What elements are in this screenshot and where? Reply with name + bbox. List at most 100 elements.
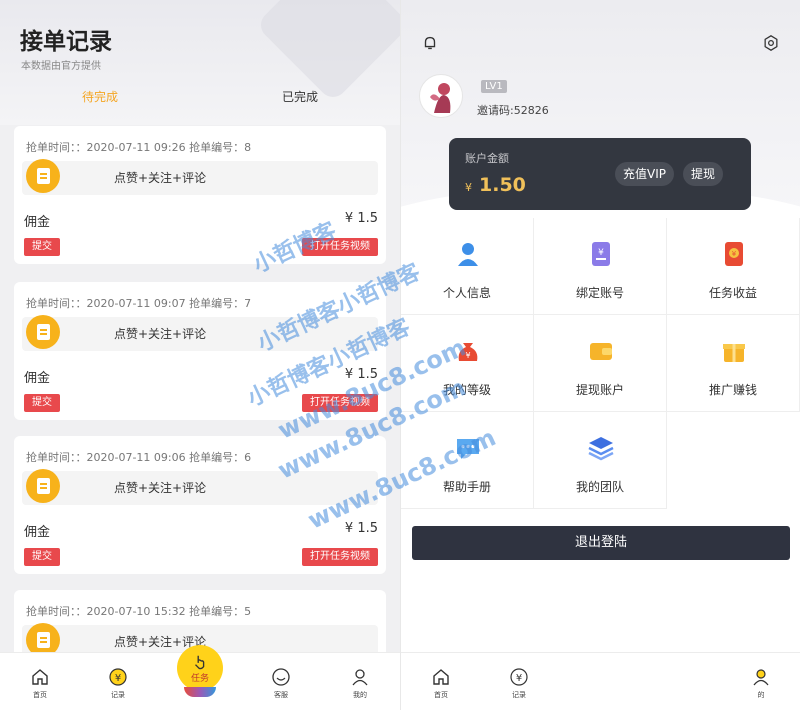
yuan-icon: ¥ <box>109 668 127 686</box>
chat-icon <box>457 439 479 459</box>
user-icon <box>352 669 368 686</box>
grid-label: 推广赚钱 <box>708 383 757 397</box>
commission-label: 佣金 <box>24 371 51 386</box>
records-header: 接单记录 本数据由官方提供 待完成 已完成 <box>0 0 400 125</box>
grid-item-bind-account[interactable]: ¥ 绑定账号 <box>534 218 667 315</box>
wallet-icon <box>590 343 612 360</box>
level-badge: LV1 <box>481 80 507 93</box>
task-records-screen: 接单记录 本数据由官方提供 待完成 已完成 抢单时间：：2020-07-11 0… <box>0 0 400 710</box>
tap-hand-icon <box>195 655 205 669</box>
nav-home-label: 首页 <box>434 691 448 699</box>
nav-task[interactable]: 任务 <box>177 645 223 691</box>
task-button-base <box>184 687 216 697</box>
open-video-button[interactable]: 打开任务视频 <box>302 238 378 256</box>
smile-icon <box>272 668 290 686</box>
menu-grid: 个人信息 ¥ 绑定账号 ¥ 任务收益 ¥ 我的等级 提现账户 推广赚钱 帮助手册… <box>401 218 800 510</box>
balance-card: 账户金额 ¥ 1.50 充值VIP 提现 <box>449 138 751 210</box>
nav-home-label: 首页 <box>33 691 47 699</box>
withdraw-button[interactable]: 提现 <box>683 162 724 186</box>
record-time: 抢单时间：：2020-07-11 09:26 抢单编号：8 <box>26 141 252 154</box>
svg-text:¥: ¥ <box>465 351 470 360</box>
avatar-figure-icon <box>430 83 451 113</box>
svg-text:¥: ¥ <box>732 250 737 258</box>
grid-label: 提现账户 <box>575 383 624 397</box>
balance-label: 账户金额 <box>465 152 509 165</box>
task-name: 点赞+关注+评论 <box>114 171 207 185</box>
avatar[interactable] <box>419 74 463 118</box>
balance-value: 1.50 <box>479 174 526 196</box>
red-envelope-icon: ¥ <box>725 242 743 266</box>
bind-card-icon: ¥ <box>592 242 610 266</box>
record-card: 抢单时间：：2020-07-11 09:07 抢单编号：7 点赞+关注+评论 佣… <box>14 282 386 420</box>
svg-text:¥: ¥ <box>115 673 121 684</box>
grid-item-task-income[interactable]: ¥ 任务收益 <box>667 218 800 315</box>
commission-value: ¥ 1.5 <box>344 211 378 226</box>
page-subtitle: 本数据由官方提供 <box>21 61 101 72</box>
record-time: 抢单时间：：2020-07-10 15:32 抢单编号：5 <box>26 605 252 618</box>
submit-button[interactable]: 提交 <box>24 394 60 412</box>
yuan-icon: ¥ <box>510 668 528 686</box>
nav-home[interactable]: 首页 <box>421 667 461 700</box>
home-icon <box>32 669 48 685</box>
task-name: 点赞+关注+评论 <box>114 327 207 341</box>
commission-label: 佣金 <box>24 215 51 230</box>
commission-label: 佣金 <box>24 525 51 540</box>
user-icon <box>753 669 769 686</box>
grid-item-help[interactable]: 帮助手册 <box>401 412 534 509</box>
grid-label: 绑定账号 <box>575 286 624 300</box>
nav-mine[interactable]: 的 <box>741 667 781 700</box>
grid-label: 个人信息 <box>442 286 491 300</box>
record-card: 抢单时间：：2020-07-11 09:26 抢单编号：8 点赞+关注+评论 佣… <box>14 126 386 264</box>
header-decoration <box>255 0 400 103</box>
record-time: 抢单时间：：2020-07-11 09:06 抢单编号：6 <box>26 451 252 464</box>
svg-text:¥: ¥ <box>516 673 522 684</box>
task-name: 点赞+关注+评论 <box>114 481 207 495</box>
invite-code: 邀请码:52826 <box>477 104 549 117</box>
record-card: 抢单时间：：2020-07-11 09:06 抢单编号：6 点赞+关注+评论 佣… <box>14 436 386 574</box>
money-bag-icon: ¥ <box>458 343 478 361</box>
gear-icon[interactable] <box>762 34 780 52</box>
tab-completed[interactable]: 已完成 <box>282 88 318 105</box>
profile-screen: LV1 邀请码:52826 账户金额 ¥ 1.50 充值VIP 提现 个人信息 … <box>401 0 800 710</box>
nav-mine-label: 的 <box>757 691 765 699</box>
commission-value: ¥ 1.5 <box>344 367 378 382</box>
profile-icon <box>458 243 478 266</box>
page-title: 接单记录 <box>20 29 112 55</box>
grid-item-team[interactable]: 我的团队 <box>534 412 667 509</box>
svg-text:¥: ¥ <box>598 248 604 258</box>
tab-pending[interactable]: 待完成 <box>82 88 118 105</box>
grid-item-promote[interactable]: 推广赚钱 <box>667 315 800 412</box>
bottom-nav: 首页 ¥ 记录 的 <box>401 652 800 710</box>
open-video-button[interactable]: 打开任务视频 <box>302 548 378 566</box>
grid-label: 帮助手册 <box>442 480 491 494</box>
nav-records[interactable]: ¥ 记录 <box>499 667 539 700</box>
submit-button[interactable]: 提交 <box>24 548 60 566</box>
document-icon <box>26 469 60 503</box>
home-icon <box>433 669 449 685</box>
nav-service[interactable]: 客服 <box>261 667 301 700</box>
nav-records-label: 记录 <box>111 691 125 699</box>
open-video-button[interactable]: 打开任务视频 <box>302 394 378 412</box>
grid-item-my-level[interactable]: ¥ 我的等级 <box>401 315 534 412</box>
grid-label: 我的团队 <box>575 480 624 494</box>
bell-icon[interactable] <box>421 34 439 52</box>
nav-task-label: 任务 <box>190 673 209 684</box>
logout-button[interactable]: 退出登陆 <box>412 526 790 560</box>
grid-label: 任务收益 <box>708 286 757 300</box>
recharge-vip-button[interactable]: 充值VIP <box>615 162 674 186</box>
commission-value: ¥ 1.5 <box>344 521 378 536</box>
document-icon <box>26 159 60 193</box>
nav-records[interactable]: ¥ 记录 <box>98 667 138 700</box>
nav-mine[interactable]: 我的 <box>340 667 380 700</box>
nav-home[interactable]: 首页 <box>20 667 60 700</box>
currency-symbol: ¥ <box>465 181 472 194</box>
gift-icon <box>723 344 745 362</box>
submit-button[interactable]: 提交 <box>24 238 60 256</box>
nav-mine-label: 我的 <box>353 691 367 699</box>
grid-item-profile[interactable]: 个人信息 <box>401 218 534 315</box>
bottom-nav: 首页 ¥ 记录 任务 客服 我的 <box>0 645 400 710</box>
grid-label: 我的等级 <box>442 383 491 397</box>
grid-item-withdraw-account[interactable]: 提现账户 <box>534 315 667 412</box>
record-time: 抢单时间：：2020-07-11 09:07 抢单编号：7 <box>26 297 252 310</box>
nav-service-label: 客服 <box>274 691 288 699</box>
